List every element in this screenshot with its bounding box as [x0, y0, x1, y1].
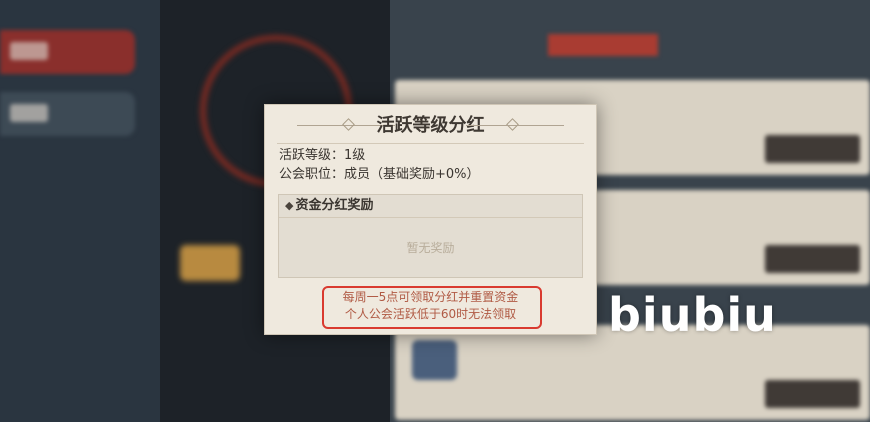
- section-header: ◆ 资金分红奖励: [279, 195, 582, 218]
- note-line: 每周一5点可领取分红并重置资金: [342, 290, 519, 304]
- dialog-title: 活跃等级分红: [376, 115, 485, 136]
- diamond-icon: ◆: [285, 199, 294, 212]
- guild-position-text: 公会职位：成员（基础奖励+0%）: [279, 167, 480, 182]
- title-ornament-icon: [342, 118, 355, 131]
- note-line: 个人公会活跃低于60时无法领取: [344, 307, 517, 321]
- fund-reward-section: ◆ 资金分红奖励 暂无奖励: [278, 194, 583, 278]
- activity-level-text: 活跃等级：1级: [279, 148, 366, 163]
- dialog-header: 活跃等级分红: [265, 113, 596, 139]
- ribbon-banner: [548, 34, 658, 56]
- title-divider-right: [466, 125, 564, 126]
- watermark-logo: biubiu: [608, 288, 777, 342]
- dividend-dialog: 活跃等级分红 活跃等级：1级 公会职位：成员（基础奖励+0%） ◆ 资金分红奖励 …: [264, 104, 597, 335]
- gem-icon: [412, 340, 457, 380]
- section-title: 资金分红奖励: [295, 198, 374, 213]
- header-separator: [277, 143, 584, 144]
- treasure-icon: [180, 245, 240, 281]
- side-tab-active: [0, 30, 135, 74]
- side-tab: [0, 92, 135, 136]
- empty-reward-text: 暂无奖励: [406, 241, 455, 255]
